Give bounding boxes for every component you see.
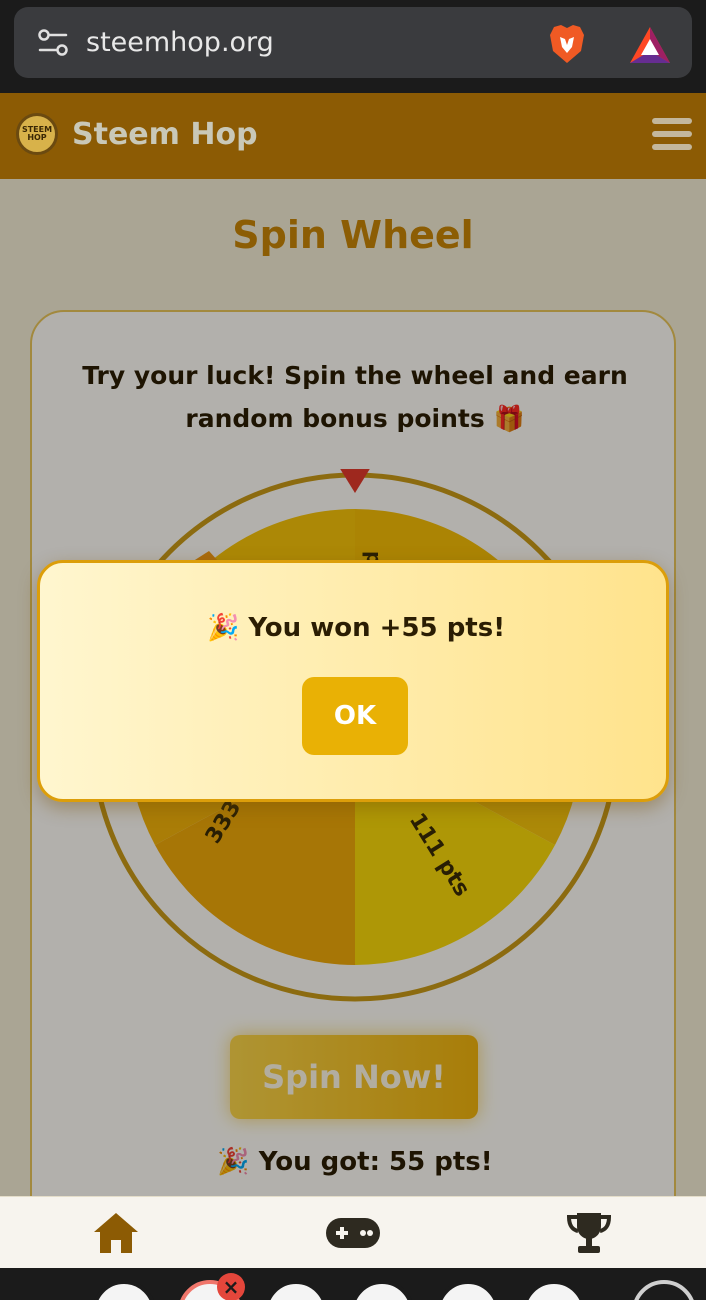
system-tab-bar: × [0,1268,706,1300]
tab-thumbnail[interactable] [92,1280,156,1300]
bat-triangle-icon[interactable] [628,25,672,65]
menu-line [652,131,692,137]
ok-button[interactable]: OK [302,677,408,755]
close-tab-icon[interactable]: × [217,1273,245,1300]
tab-thumbnail[interactable] [350,1280,414,1300]
hamburger-menu-icon[interactable] [652,118,692,152]
tab-thumbnail[interactable] [436,1280,500,1300]
trophy-icon [566,1213,612,1253]
brand-name[interactable]: Steem Hop [72,117,258,152]
nav-leaderboard[interactable] [561,1207,617,1259]
nav-games[interactable] [325,1207,381,1259]
app-header: STEEM HOP Steem Hop [0,93,706,179]
steem-hop-logo[interactable]: STEEM HOP [16,113,58,155]
home-icon [94,1213,138,1253]
menu-line [652,118,692,124]
add-tab-icon[interactable] [632,1280,696,1300]
menu-line [652,144,692,150]
url-text[interactable]: steemhop.org [86,27,274,58]
win-message: 🎉 You won +55 pts! [206,613,506,643]
nav-home[interactable] [88,1207,144,1259]
browser-toolbar: steemhop.org [0,0,706,93]
logo-text: STEEM HOP [21,125,53,142]
tune-icon[interactable] [38,29,68,57]
win-modal: 🎉 You won +55 pts! OK [37,560,669,802]
tab-thumbnail[interactable] [264,1280,328,1300]
brave-lion-icon[interactable] [548,23,586,65]
tab-thumbnail[interactable] [522,1280,586,1300]
bottom-nav [0,1196,706,1268]
address-bar[interactable]: steemhop.org [14,7,692,78]
gamepad-icon [326,1218,380,1248]
